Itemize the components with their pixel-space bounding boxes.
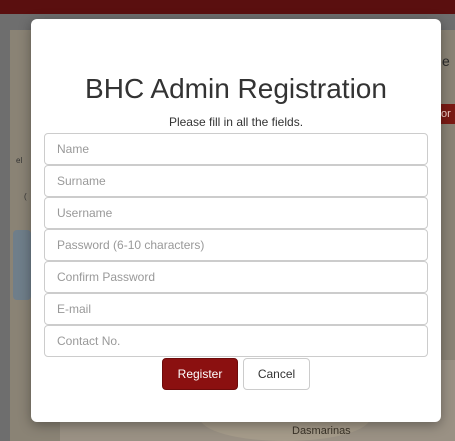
modal-title: BHC Admin Registration	[85, 73, 387, 104]
modal-subtitle: Please fill in all the fields.	[168, 115, 304, 129]
cancel-button[interactable]: Cancel	[243, 358, 310, 390]
background-map-water	[13, 230, 31, 300]
background-red-bar-text: or	[441, 108, 451, 120]
email-field[interactable]	[44, 293, 428, 325]
confirm-password-field[interactable]	[44, 261, 428, 293]
background-map-label: (	[24, 192, 27, 201]
background-header-bar	[0, 0, 455, 14]
background-map-label: el	[16, 156, 23, 165]
name-field[interactable]	[44, 133, 428, 165]
register-button[interactable]: Register	[162, 358, 238, 390]
registration-modal: BHC Admin Registration Please fill in al…	[31, 19, 441, 422]
background-place-label: Dasmarinas	[292, 425, 351, 437]
background-text-fragment: e	[442, 53, 450, 69]
password-field[interactable]	[44, 229, 428, 261]
username-field[interactable]	[44, 197, 428, 229]
surname-field[interactable]	[44, 165, 428, 197]
contact-number-field[interactable]	[44, 325, 428, 357]
